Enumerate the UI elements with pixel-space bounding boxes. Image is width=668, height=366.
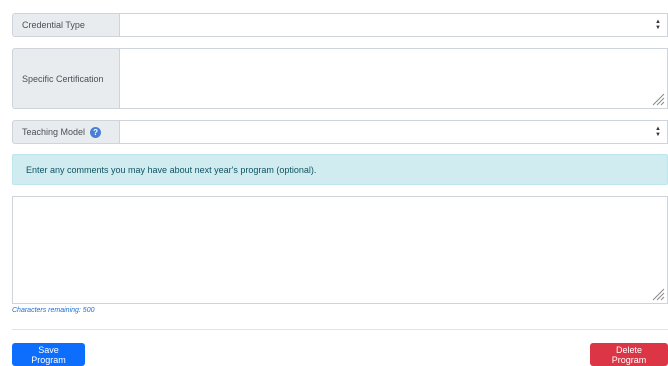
comments-info-alert: Enter any comments you may have about ne… [12,154,668,185]
info-message: Enter any comments you may have about ne… [26,164,317,175]
select-arrows-icon: ▲ ▼ [655,19,661,31]
specific-certification-textarea[interactable] [119,48,668,109]
resize-handle-icon[interactable] [651,92,665,106]
specific-certification-row: Specific Certification [12,48,668,109]
credential-type-row: Credential Type ▲ ▼ [12,13,668,37]
characters-remaining: Characters remaining: 500 [12,307,95,314]
teaching-model-label: Teaching Model [22,127,86,137]
teaching-model-select[interactable]: ▲ ▼ [119,120,668,144]
delete-program-button[interactable]: Delete Program [590,343,668,366]
question-circle-icon[interactable]: ? [90,126,102,138]
specific-certification-label: Specific Certification [12,48,119,109]
credential-type-select[interactable]: ▲ ▼ [119,13,668,37]
select-arrows-icon: ▲ ▼ [655,126,661,138]
comments-textarea[interactable] [12,196,668,304]
teaching-model-row: Teaching Model ? ▲ ▼ [12,120,668,144]
divider [12,329,668,330]
save-program-button[interactable]: Save Program [12,343,85,366]
credential-type-label: Credential Type [12,13,119,37]
resize-handle-icon[interactable] [651,287,665,301]
teaching-model-label-cell: Teaching Model ? [12,120,119,144]
